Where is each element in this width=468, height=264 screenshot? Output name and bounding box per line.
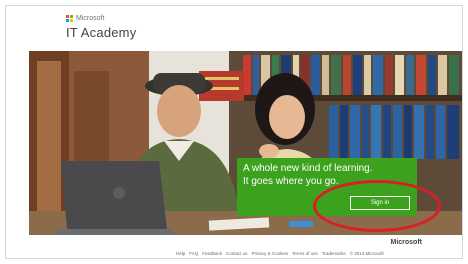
- sign-in-button[interactable]: Sign in: [350, 196, 410, 210]
- footer-link-help[interactable]: Help: [176, 251, 185, 256]
- footer-copyright: © 2013 Microsoft: [349, 251, 384, 256]
- footer-link-privacy[interactable]: Privacy & Cookies: [252, 251, 289, 256]
- promo-headline: A whole new kind of learning.: [243, 163, 373, 174]
- footer-link-trademarks[interactable]: Trademarks: [322, 251, 346, 256]
- promo-subheadline: It goes where you go.: [243, 176, 339, 187]
- microsoft-logo[interactable]: Microsoft: [66, 15, 104, 22]
- footer-link-terms[interactable]: Terms of use: [292, 251, 318, 256]
- site-header: Microsoft IT Academy: [6, 6, 462, 50]
- hero-banner: A whole new kind of learning. It goes wh…: [29, 51, 462, 235]
- footer-link-feedback[interactable]: Feedback: [202, 251, 222, 256]
- footer-link-faq[interactable]: FAQ: [189, 251, 198, 256]
- footer-links: Help FAQ Feedback Contact us Privacy & C…: [176, 251, 384, 256]
- footer-brand: Microsoft: [390, 239, 423, 246]
- windows-logo-icon: [66, 15, 73, 22]
- footer-link-contact[interactable]: Contact us: [226, 251, 248, 256]
- site-footer: Microsoft Help FAQ Feedback Contact us P…: [6, 235, 462, 258]
- site-title[interactable]: IT Academy: [66, 25, 136, 40]
- promo-panel: A whole new kind of learning. It goes wh…: [237, 158, 417, 216]
- page-frame: Microsoft IT Academy A whole new kind of…: [5, 5, 463, 259]
- microsoft-wordmark: Microsoft: [76, 15, 105, 22]
